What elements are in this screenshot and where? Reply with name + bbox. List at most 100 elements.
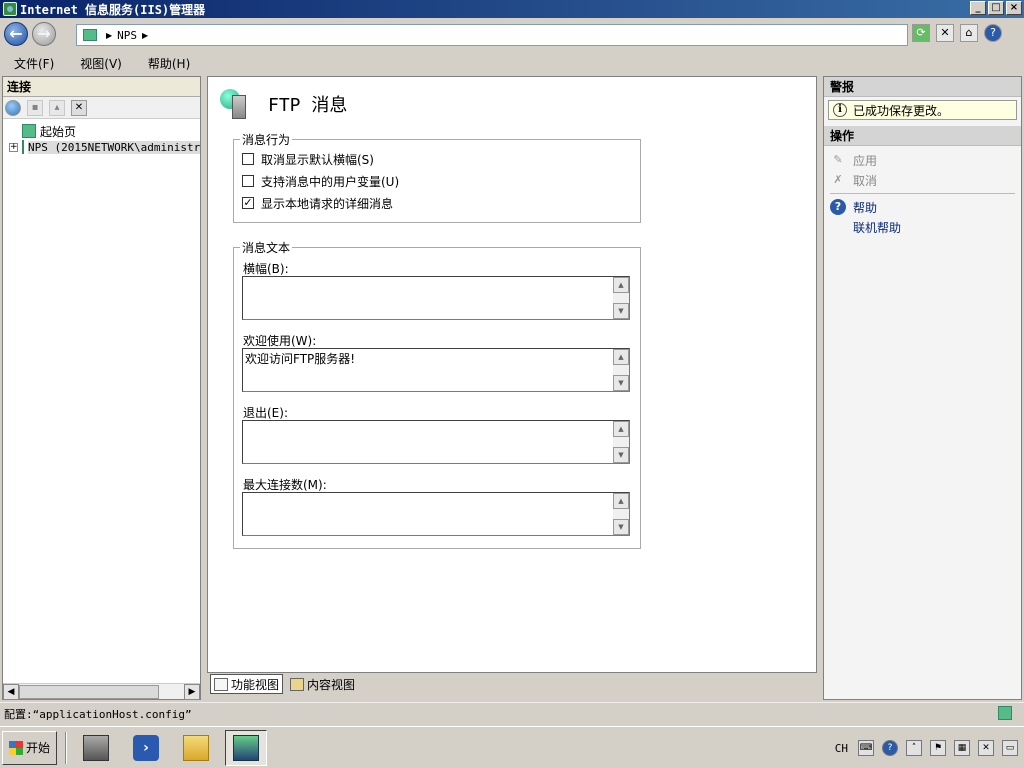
help-action[interactable]: ? 帮助 xyxy=(824,197,1021,217)
back-arrow-icon: ← xyxy=(9,24,23,43)
connections-header: 连接 xyxy=(3,77,200,97)
input-language[interactable]: CH xyxy=(833,742,850,755)
server-manager-icon xyxy=(83,734,110,761)
welcome-label: 欢迎使用(W): xyxy=(243,334,317,348)
iis-manager-icon xyxy=(233,734,260,761)
action-label: 应用 xyxy=(853,153,878,168)
detailed-messages-checkbox[interactable]: ✓ xyxy=(242,197,254,209)
up-level-icon[interactable]: ▴ xyxy=(49,99,65,116)
vertical-scrollbar[interactable]: ▲ ▼ xyxy=(613,277,629,319)
refresh-icon[interactable]: ⟳ xyxy=(912,24,930,42)
maximize-button[interactable]: □ xyxy=(988,1,1004,15)
action-label: 联机帮助 xyxy=(853,220,902,235)
cancel-action[interactable]: ✗ 取消 xyxy=(824,170,1021,190)
system-tray: CH ⌨ ? ˄ ⚑ ▦ ✕ ▭ xyxy=(833,729,1024,767)
help-icon[interactable]: ? xyxy=(882,740,898,756)
menu-help[interactable]: 帮助(H) xyxy=(142,55,196,72)
taskbar: 开始 › CH ⌨ ? ˄ ⚑ ▦ ✕ ▭ xyxy=(0,726,1024,768)
save-icon[interactable]: ▪ xyxy=(27,99,43,116)
welcome-textarea[interactable]: 欢迎访问FTP服务器! ▲ ▼ xyxy=(242,348,630,392)
suppress-banner-option[interactable]: 取消显示默认横幅(S) xyxy=(234,148,640,170)
message-text-group: 消息文本 横幅(B): ▲ ▼ 欢迎使用(W): 欢迎访问FTP服务器! ▲ ▼ 退… xyxy=(233,239,641,549)
menu-bar: 文件(F) 视图(V) 帮助(H) xyxy=(0,52,1024,74)
start-button[interactable]: 开始 xyxy=(2,730,58,765)
server-icon xyxy=(22,140,24,154)
help-icon[interactable]: ? xyxy=(984,24,1002,42)
scroll-right-icon[interactable]: ▶ xyxy=(184,684,200,700)
windows-logo-icon xyxy=(9,740,23,755)
connections-tree: 起始页 + NPS (2015NETWORK\administr xyxy=(3,119,200,155)
chevron-icon[interactable]: ˄ xyxy=(906,740,922,756)
info-icon: i xyxy=(833,103,847,117)
action-label: 取消 xyxy=(853,173,878,188)
volume-muted-icon[interactable]: ✕ xyxy=(978,740,994,756)
online-help-action[interactable]: 联机帮助 xyxy=(824,217,1021,237)
page-header: FTP 消息 xyxy=(220,87,347,121)
max-connections-textarea[interactable]: ▲ ▼ xyxy=(242,492,630,536)
show-desktop-icon[interactable]: ▭ xyxy=(1002,740,1018,756)
taskbar-explorer[interactable] xyxy=(175,730,217,766)
network-icon[interactable]: ▦ xyxy=(954,740,970,756)
start-label: 开始 xyxy=(26,741,51,755)
scroll-down-icon[interactable]: ▼ xyxy=(613,519,629,535)
message-behavior-group: 消息行为 取消显示默认横幅(S) 支持消息中的用户变量(U) ✓ 显示本地请求的… xyxy=(233,131,641,223)
iis-app-icon xyxy=(3,2,17,16)
divider xyxy=(65,731,68,764)
menu-view[interactable]: 视图(V) xyxy=(74,55,128,72)
banner-textarea[interactable]: ▲ ▼ xyxy=(242,276,630,320)
user-variables-checkbox[interactable] xyxy=(242,175,254,187)
forward-arrow-icon: → xyxy=(37,24,51,43)
ftp-messages-icon xyxy=(220,87,254,121)
apply-action[interactable]: ✎ 应用 xyxy=(824,150,1021,170)
vertical-scrollbar[interactable]: ▲ ▼ xyxy=(613,493,629,535)
tree-item-server[interactable]: + NPS (2015NETWORK\administr xyxy=(3,139,200,155)
connect-icon[interactable] xyxy=(5,99,21,116)
disconnect-icon[interactable]: ✕ xyxy=(71,99,87,116)
scroll-up-icon[interactable]: ▲ xyxy=(613,421,629,437)
close-button[interactable]: × xyxy=(1006,1,1022,15)
taskbar-iis-manager[interactable] xyxy=(225,729,268,766)
breadcrumb-arrow-icon[interactable]: ▶ xyxy=(106,31,112,40)
breadcrumb-nps[interactable]: NPS xyxy=(117,29,137,42)
scroll-thumb[interactable] xyxy=(19,685,159,699)
forward-button[interactable]: → xyxy=(32,22,56,46)
taskbar-server-manager[interactable] xyxy=(75,730,117,766)
detailed-messages-option[interactable]: ✓ 显示本地请求的详细消息 xyxy=(234,192,640,214)
suppress-banner-checkbox[interactable] xyxy=(242,153,254,165)
help-icon: ? xyxy=(830,199,846,215)
tree-item-start-page[interactable]: 起始页 xyxy=(3,123,200,139)
exit-textarea[interactable]: ▲ ▼ xyxy=(242,420,630,464)
server-status-icon xyxy=(998,706,1012,720)
keyboard-icon[interactable]: ⌨ xyxy=(858,740,874,756)
actions-header: 操作 xyxy=(824,126,1021,146)
scroll-down-icon[interactable]: ▼ xyxy=(613,375,629,391)
tree-item-label: 起始页 xyxy=(40,124,77,139)
vertical-scrollbar[interactable]: ▲ ▼ xyxy=(613,349,629,391)
tab-content-view[interactable]: 内容视图 xyxy=(287,674,358,694)
flag-icon[interactable]: ⚑ xyxy=(930,740,946,756)
tab-features-view[interactable]: 功能视图 xyxy=(210,674,284,694)
scroll-up-icon[interactable]: ▲ xyxy=(613,493,629,509)
scroll-up-icon[interactable]: ▲ xyxy=(613,349,629,365)
back-button[interactable]: ← xyxy=(4,22,28,46)
breadcrumb-arrow-icon[interactable]: ▶ xyxy=(142,31,148,40)
max-connections-label: 最大连接数(M): xyxy=(243,478,327,492)
home-icon[interactable]: ⌂ xyxy=(960,24,978,42)
status-bar: 配置:“applicationHost.config” xyxy=(0,702,1024,724)
scroll-down-icon[interactable]: ▼ xyxy=(613,447,629,463)
horizontal-scrollbar[interactable]: ◀ ▶ xyxy=(3,683,200,700)
address-bar[interactable]: ▶ NPS ▶ xyxy=(76,24,908,46)
scroll-up-icon[interactable]: ▲ xyxy=(613,277,629,293)
minimize-button[interactable]: _ xyxy=(970,1,986,15)
feature-pane: FTP 消息 消息行为 取消显示默认横幅(S) 支持消息中的用户变量(U) ✓ … xyxy=(207,76,817,673)
alerts-header: 警报 xyxy=(824,77,1021,97)
user-variables-option[interactable]: 支持消息中的用户变量(U) xyxy=(234,170,640,192)
taskbar-powershell[interactable]: › xyxy=(125,730,167,766)
expand-icon[interactable]: + xyxy=(9,142,18,152)
action-label: 帮助 xyxy=(853,200,878,215)
menu-file[interactable]: 文件(F) xyxy=(8,55,60,72)
scroll-left-icon[interactable]: ◀ xyxy=(3,684,19,700)
stop-icon[interactable]: ✕ xyxy=(936,24,954,42)
scroll-down-icon[interactable]: ▼ xyxy=(613,303,629,319)
vertical-scrollbar[interactable]: ▲ ▼ xyxy=(613,421,629,463)
